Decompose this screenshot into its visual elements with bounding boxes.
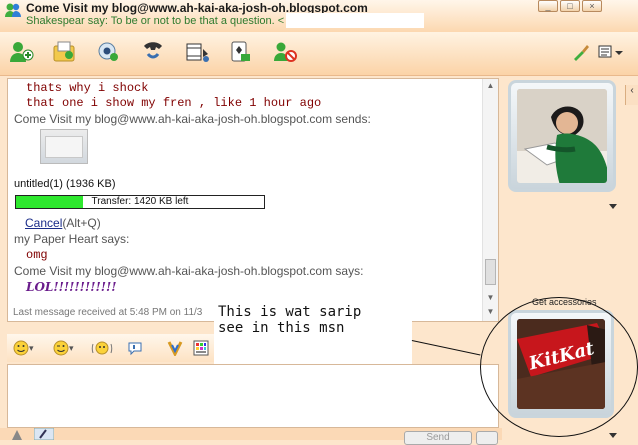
personal-message-blank (286, 13, 424, 28)
transfer-progress-bar: Transfer: 1420 KB left (15, 195, 265, 209)
paint-icon[interactable] (566, 38, 596, 66)
background-color-icon[interactable] (193, 339, 215, 357)
type-mode-icon[interactable] (34, 428, 54, 440)
title-bar: Come Visit my blog@www.ah-kai-aka-josh-o… (0, 0, 638, 32)
image-preview (45, 136, 83, 158)
send-files-icon[interactable] (50, 38, 80, 66)
file-name: untitled(1) (1936 KB) (14, 178, 116, 190)
msn-buddy-icon (5, 3, 21, 17)
last-message-status: Last message received at 5:48 PM on 11/3 (13, 307, 203, 318)
file-thumbnail[interactable] (40, 129, 88, 164)
maximize-button[interactable]: □ (560, 0, 580, 12)
transfer-progress-text: Transfer: 1420 KB left (91, 196, 189, 207)
games-icon[interactable] (226, 38, 256, 66)
sends-header: Come Visit my blog@www.ah-kai-aka-josh-o… (14, 112, 371, 126)
invite-icon[interactable] (6, 38, 36, 66)
scroll-down-arrow-icon[interactable]: ▼ (486, 293, 495, 302)
contact-photo (517, 89, 607, 183)
nudge-icon[interactable] (91, 339, 113, 357)
message-input[interactable] (7, 364, 499, 428)
dropdown-arrow-icon[interactable] (608, 203, 618, 211)
menu-icon[interactable] (596, 38, 626, 66)
voice-clip-icon[interactable] (127, 339, 149, 357)
activities-icon[interactable] (182, 38, 212, 66)
block-icon[interactable] (270, 38, 300, 66)
webcam-icon[interactable] (94, 38, 124, 66)
message-line: that one i show my fren , like 1 hour ag… (26, 96, 322, 110)
dropdown-arrow-icon[interactable] (608, 432, 618, 440)
toolbar (0, 32, 638, 76)
collapse-panel-arrow-icon[interactable]: ‹ (625, 85, 638, 105)
font-icon[interactable] (167, 339, 189, 357)
scrollbar-thumb[interactable] (485, 259, 496, 285)
annotation-pointer-line (411, 340, 481, 356)
emoticon-icon[interactable]: ▾ (13, 339, 35, 357)
sender-header: Come Visit my blog@www.ah-kai-aka-josh-o… (14, 264, 364, 278)
cancel-shortcut: (Alt+Q) (62, 216, 101, 230)
search-button[interactable] (476, 431, 498, 445)
personal-message: Shakespear say: To be or not to be that … (26, 15, 285, 27)
annotation-circle (480, 297, 638, 437)
contact-display-picture[interactable] (508, 80, 616, 192)
handwrite-icon[interactable] (10, 428, 24, 440)
minimize-button[interactable]: _ (538, 0, 558, 12)
send-button[interactable]: Send (404, 431, 472, 445)
close-button[interactable]: × (582, 0, 602, 12)
scroll-up-arrow-icon[interactable]: ▲ (486, 81, 495, 90)
annotation-text: This is wat sarip see in this msn (218, 304, 362, 336)
cancel-transfer-link[interactable]: Cancel (25, 216, 62, 230)
message-line: omg (26, 248, 48, 262)
scroll-down-arrow-icon[interactable]: ▼ (486, 307, 495, 316)
sender-header: my Paper Heart says: (14, 232, 130, 246)
conversation-scrollbar[interactable]: ▲ ▼ ▼ (482, 79, 498, 321)
message-line: thats why i shock (26, 81, 149, 95)
wink-icon[interactable]: ▾ (53, 339, 75, 357)
call-icon[interactable] (138, 38, 168, 66)
message-line: LOL!!!!!!!!!!!! (26, 280, 117, 294)
conversation-history[interactable]: thats why i shock that one i show my fre… (7, 78, 499, 322)
formatting-toolbar: ▾ ▾ (7, 334, 215, 362)
